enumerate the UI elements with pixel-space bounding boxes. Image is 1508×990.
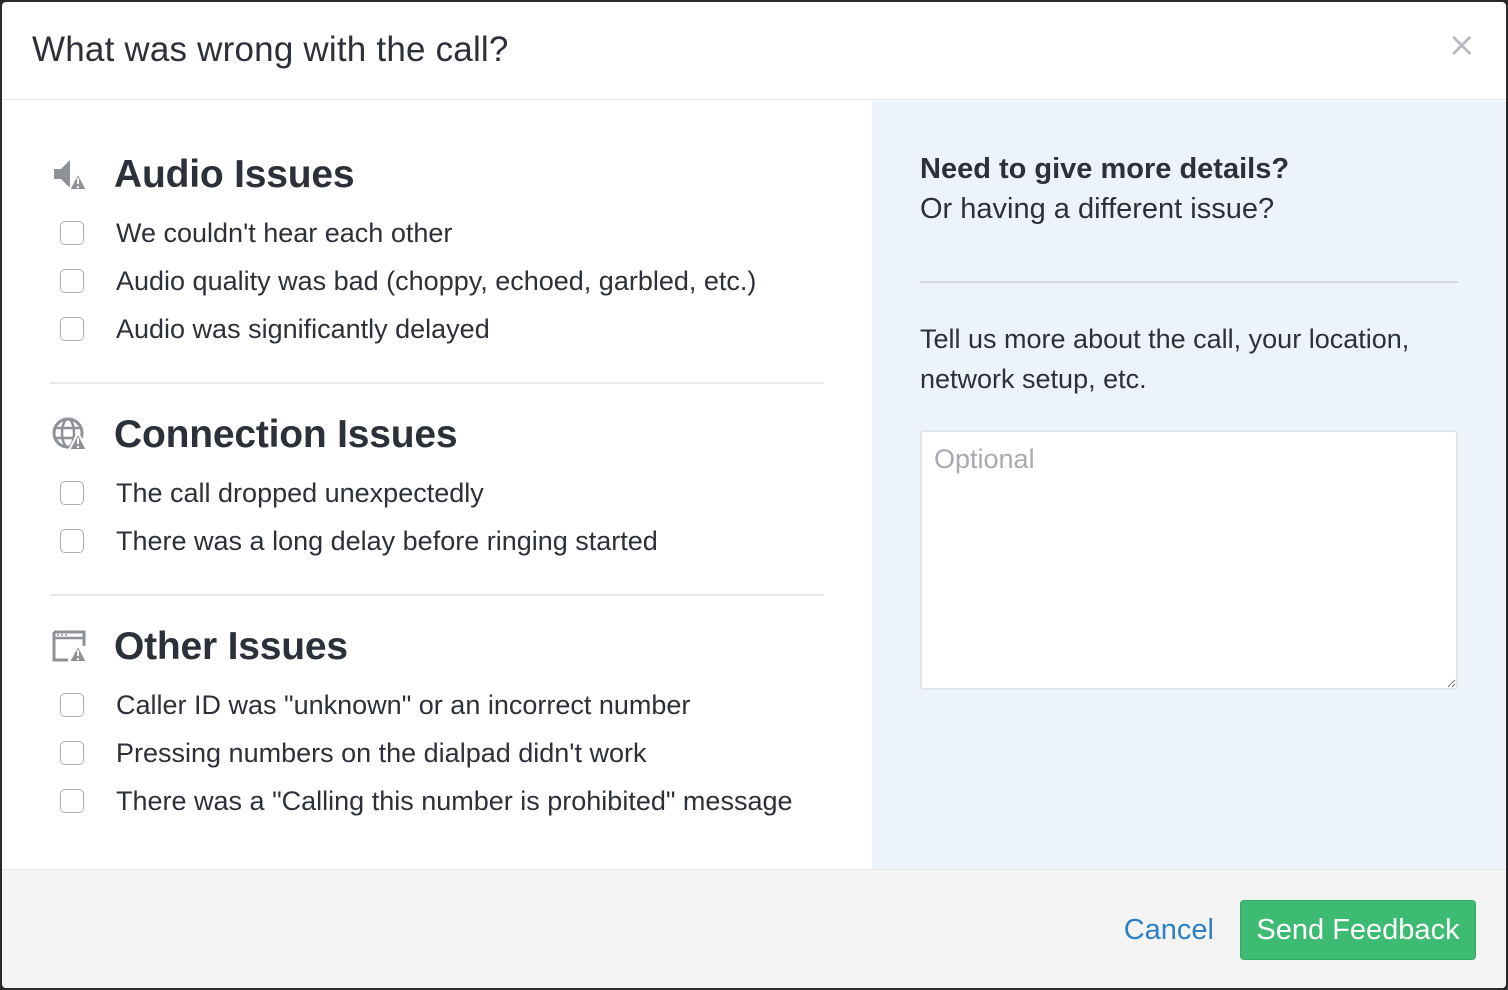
section-divider: [50, 594, 824, 596]
section-divider: [50, 382, 824, 384]
section-title: Connection Issues: [114, 413, 458, 456]
globe-warning-icon: [50, 415, 90, 455]
checkbox[interactable]: [60, 789, 84, 813]
modal-header: What was wrong with the call? ×: [2, 2, 1506, 100]
option-label: Audio was significantly delayed: [116, 313, 490, 344]
checkbox[interactable]: [60, 741, 84, 765]
speaker-warning-icon: [50, 155, 90, 195]
section-other-issues: Other Issues Caller ID was "unknown" or …: [50, 623, 824, 825]
issues-pane: Audio Issues We couldn't hear each other…: [2, 101, 872, 869]
details-pane: Need to give more details? Or having a d…: [872, 101, 1506, 869]
details-subtitle: Or having a different issue?: [920, 193, 1275, 225]
checkbox[interactable]: [60, 269, 84, 293]
section-title: Other Issues: [114, 625, 348, 668]
option-label: Pressing numbers on the dialpad didn't w…: [116, 737, 647, 768]
checkbox[interactable]: [60, 529, 84, 553]
option-label: There was a "Calling this number is proh…: [116, 785, 793, 816]
issue-option-ring-delay[interactable]: There was a long delay before ringing st…: [50, 517, 824, 565]
issue-option-dialpad[interactable]: Pressing numbers on the dialpad didn't w…: [50, 729, 824, 777]
issue-option-prohibited[interactable]: There was a "Calling this number is proh…: [50, 777, 824, 825]
checkbox[interactable]: [60, 693, 84, 717]
feedback-textarea[interactable]: [920, 430, 1458, 690]
section-title: Audio Issues: [114, 153, 355, 196]
section-header: Audio Issues: [50, 151, 824, 199]
option-label: Audio quality was bad (choppy, echoed, g…: [116, 265, 757, 296]
issue-option-bad-quality[interactable]: Audio quality was bad (choppy, echoed, g…: [50, 257, 824, 305]
issue-option-delayed[interactable]: Audio was significantly delayed: [50, 305, 824, 353]
checkbox[interactable]: [60, 317, 84, 341]
window-warning-icon: [50, 627, 90, 667]
feedback-modal: What was wrong with the call? × Audio Is…: [2, 2, 1506, 988]
checkbox[interactable]: [60, 221, 84, 245]
details-title: Need to give more details?: [920, 153, 1290, 185]
issue-option-no-hear[interactable]: We couldn't hear each other: [50, 209, 824, 257]
issue-option-dropped[interactable]: The call dropped unexpectedly: [50, 469, 824, 517]
option-label: There was a long delay before ringing st…: [116, 525, 658, 556]
option-label: Caller ID was "unknown" or an incorrect …: [116, 689, 691, 720]
checkbox[interactable]: [60, 481, 84, 505]
send-feedback-button[interactable]: Send Feedback: [1240, 900, 1476, 960]
section-header: Other Issues: [50, 623, 824, 671]
option-label: The call dropped unexpectedly: [116, 477, 484, 508]
section-header: Connection Issues: [50, 411, 824, 459]
issue-option-caller-id[interactable]: Caller ID was "unknown" or an incorrect …: [50, 681, 824, 729]
modal-title: What was wrong with the call?: [32, 30, 509, 69]
details-help-text: Tell us more about the call, your locati…: [920, 324, 1410, 394]
section-audio-issues: Audio Issues We couldn't hear each other…: [50, 151, 824, 353]
close-icon[interactable]: ×: [1448, 28, 1477, 62]
details-divider: [920, 281, 1458, 283]
section-connection-issues: Connection Issues The call dropped unexp…: [50, 411, 824, 565]
modal-footer: Cancel Send Feedback: [2, 869, 1506, 988]
option-label: We couldn't hear each other: [116, 217, 453, 248]
cancel-button[interactable]: Cancel: [1124, 914, 1214, 947]
